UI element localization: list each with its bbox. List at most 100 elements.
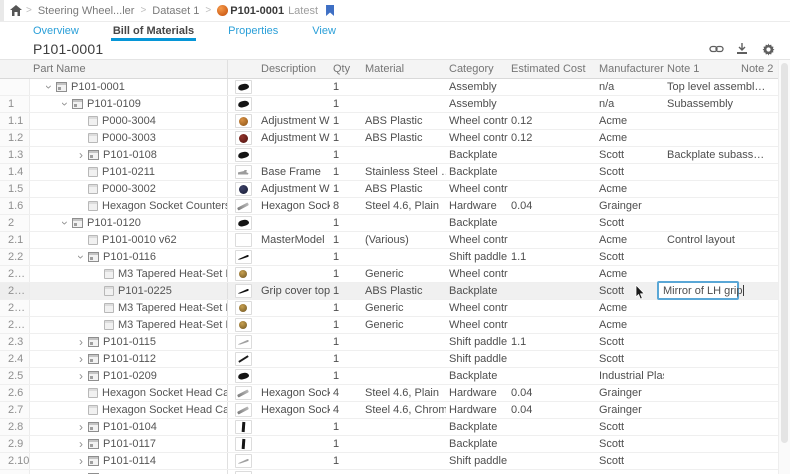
qty-cell[interactable]: 1: [330, 164, 362, 180]
category-cell[interactable]: Hardware: [446, 402, 508, 418]
estimated-cost-cell[interactable]: [508, 147, 596, 163]
material-cell[interactable]: Steel 4.6, Plain: [362, 385, 446, 401]
table-row[interactable]: 1.1 P000-3004 Adjustment Wheel1ABS Plastic…: [0, 113, 778, 130]
qty-cell[interactable]: 1: [330, 317, 362, 333]
column-header-estimated-cost[interactable]: Estimated Cost: [508, 60, 596, 78]
qty-cell[interactable]: 1: [330, 436, 362, 452]
description-cell[interactable]: Adjustment Wheel: [258, 113, 330, 129]
category-cell[interactable]: Assembly: [446, 79, 508, 95]
note2-cell[interactable]: [738, 130, 778, 146]
column-header-qty[interactable]: Qty: [330, 60, 362, 78]
estimated-cost-cell[interactable]: [508, 283, 596, 299]
note2-cell[interactable]: [738, 453, 778, 469]
category-cell[interactable]: Wheel controls: [446, 232, 508, 248]
material-cell[interactable]: [362, 334, 446, 350]
estimated-cost-cell[interactable]: [508, 436, 596, 452]
note1-cell[interactable]: [664, 198, 738, 214]
estimated-cost-cell[interactable]: 0.04: [508, 385, 596, 401]
note2-cell[interactable]: [738, 113, 778, 129]
part-name-cell[interactable]: Hexagon Socket Countersunk Head: [30, 198, 228, 214]
scrollbar-thumb[interactable]: [781, 63, 788, 443]
note2-cell[interactable]: [738, 164, 778, 180]
table-row[interactable]: 1.6 Hexagon Socket Countersunk Head Hexago…: [0, 198, 778, 215]
table-row[interactable]: 2.1 P101-0010 v62 MasterModel 1 (Various) Whe…: [0, 232, 778, 249]
table-row[interactable]: 2.6 Hexagon Socket Head Cap Screw DI Hexag…: [0, 385, 778, 402]
manufacturer-cell[interactable]: Acme: [596, 130, 664, 146]
description-cell[interactable]: [258, 334, 330, 350]
table-row[interactable]: 2.8 › P101-0104 1 Backplate Scott: [0, 419, 778, 436]
category-cell[interactable]: Shift paddle: [446, 249, 508, 265]
qty-cell[interactable]: 1: [330, 249, 362, 265]
qty-cell[interactable]: 1: [330, 419, 362, 435]
note1-cell[interactable]: [664, 317, 738, 333]
material-cell[interactable]: Steel 4.6, Plain: [362, 198, 446, 214]
manufacturer-cell[interactable]: Grainger: [596, 198, 664, 214]
description-cell[interactable]: Adjustment Wheel: [258, 181, 330, 197]
estimated-cost-cell[interactable]: 0.12: [508, 113, 596, 129]
description-cell[interactable]: Hexagon Socket …: [258, 385, 330, 401]
part-name-cell[interactable]: Hexagon Socket Head Cap Screw DI: [30, 385, 228, 401]
note2-cell[interactable]: [738, 317, 778, 333]
part-name-cell[interactable]: › P101-0117: [30, 436, 228, 452]
column-header-note-1[interactable]: Note 1: [664, 60, 738, 78]
table-row[interactable]: 1.5 P000-3002 Adjustment Wheel1ABS Plastic…: [0, 181, 778, 198]
qty-cell[interactable]: [330, 470, 362, 474]
breadcrumb-item-dataset[interactable]: Dataset 1: [152, 5, 199, 17]
manufacturer-cell[interactable]: Scott: [596, 436, 664, 452]
category-cell[interactable]: Backplate: [446, 164, 508, 180]
category-cell[interactable]: Backplate: [446, 147, 508, 163]
material-cell[interactable]: [362, 147, 446, 163]
category-cell[interactable]: Wheel controls: [446, 113, 508, 129]
bookmark-icon[interactable]: [326, 5, 335, 16]
note2-cell[interactable]: [738, 215, 778, 231]
description-cell[interactable]: Hexagon Socket …: [258, 198, 330, 214]
note1-cell[interactable]: Control layout: [664, 232, 738, 248]
qty-cell[interactable]: 1: [330, 147, 362, 163]
category-cell[interactable]: Backplate: [446, 436, 508, 452]
material-cell[interactable]: ABS Plastic: [362, 113, 446, 129]
description-cell[interactable]: Hexagon Socket …: [258, 402, 330, 418]
part-name-cell[interactable]: P000-3002: [30, 181, 228, 197]
category-cell[interactable]: Backplate: [446, 368, 508, 384]
table-row[interactable]: 2… M3 Tapered Heat-Set Inserts fo 1Generic…: [0, 300, 778, 317]
note1-cell[interactable]: [664, 130, 738, 146]
part-name-cell[interactable]: M3 Tapered Heat-Set Inserts fo: [30, 317, 228, 333]
note1-cell[interactable]: [664, 266, 738, 282]
qty-cell[interactable]: 1: [330, 368, 362, 384]
material-cell[interactable]: [362, 215, 446, 231]
table-row[interactable]: 2.3 › P101-0115 1 Shift paddle 1.1 Scott: [0, 334, 778, 351]
note2-cell[interactable]: [738, 249, 778, 265]
column-header-category[interactable]: Category: [446, 60, 508, 78]
settings-icon[interactable]: [760, 41, 776, 57]
material-cell[interactable]: Generic: [362, 317, 446, 333]
manufacturer-cell[interactable]: Scott: [596, 453, 664, 469]
manufacturer-cell[interactable]: Scott: [596, 283, 664, 299]
description-cell[interactable]: [258, 249, 330, 265]
qty-cell[interactable]: 1: [330, 79, 362, 95]
material-cell[interactable]: (Various): [362, 232, 446, 248]
note1-cell[interactable]: [664, 181, 738, 197]
qty-cell[interactable]: 1: [330, 453, 362, 469]
note1-cell[interactable]: [664, 164, 738, 180]
expander-icon[interactable]: ›: [75, 149, 87, 161]
material-cell[interactable]: [362, 249, 446, 265]
estimated-cost-cell[interactable]: 1.1: [508, 249, 596, 265]
table-row[interactable]: ›: [0, 470, 778, 474]
manufacturer-cell[interactable]: Acme: [596, 113, 664, 129]
manufacturer-cell[interactable]: Scott: [596, 215, 664, 231]
estimated-cost-cell[interactable]: [508, 351, 596, 367]
note1-cell[interactable]: [664, 453, 738, 469]
tab-bill-of-materials[interactable]: Bill of Materials: [110, 22, 197, 41]
description-cell[interactable]: [258, 266, 330, 282]
part-name-cell[interactable]: › P101-0109: [30, 96, 228, 112]
category-cell[interactable]: [446, 470, 508, 474]
part-name-cell[interactable]: › P101-0209: [30, 368, 228, 384]
material-cell[interactable]: [362, 79, 446, 95]
expander-icon[interactable]: ›: [75, 336, 87, 348]
note1-cell[interactable]: [664, 402, 738, 418]
estimated-cost-cell[interactable]: [508, 317, 596, 333]
expander-icon[interactable]: ›: [74, 251, 88, 263]
description-cell[interactable]: [258, 147, 330, 163]
manufacturer-cell[interactable]: Scott: [596, 164, 664, 180]
material-cell[interactable]: [362, 368, 446, 384]
